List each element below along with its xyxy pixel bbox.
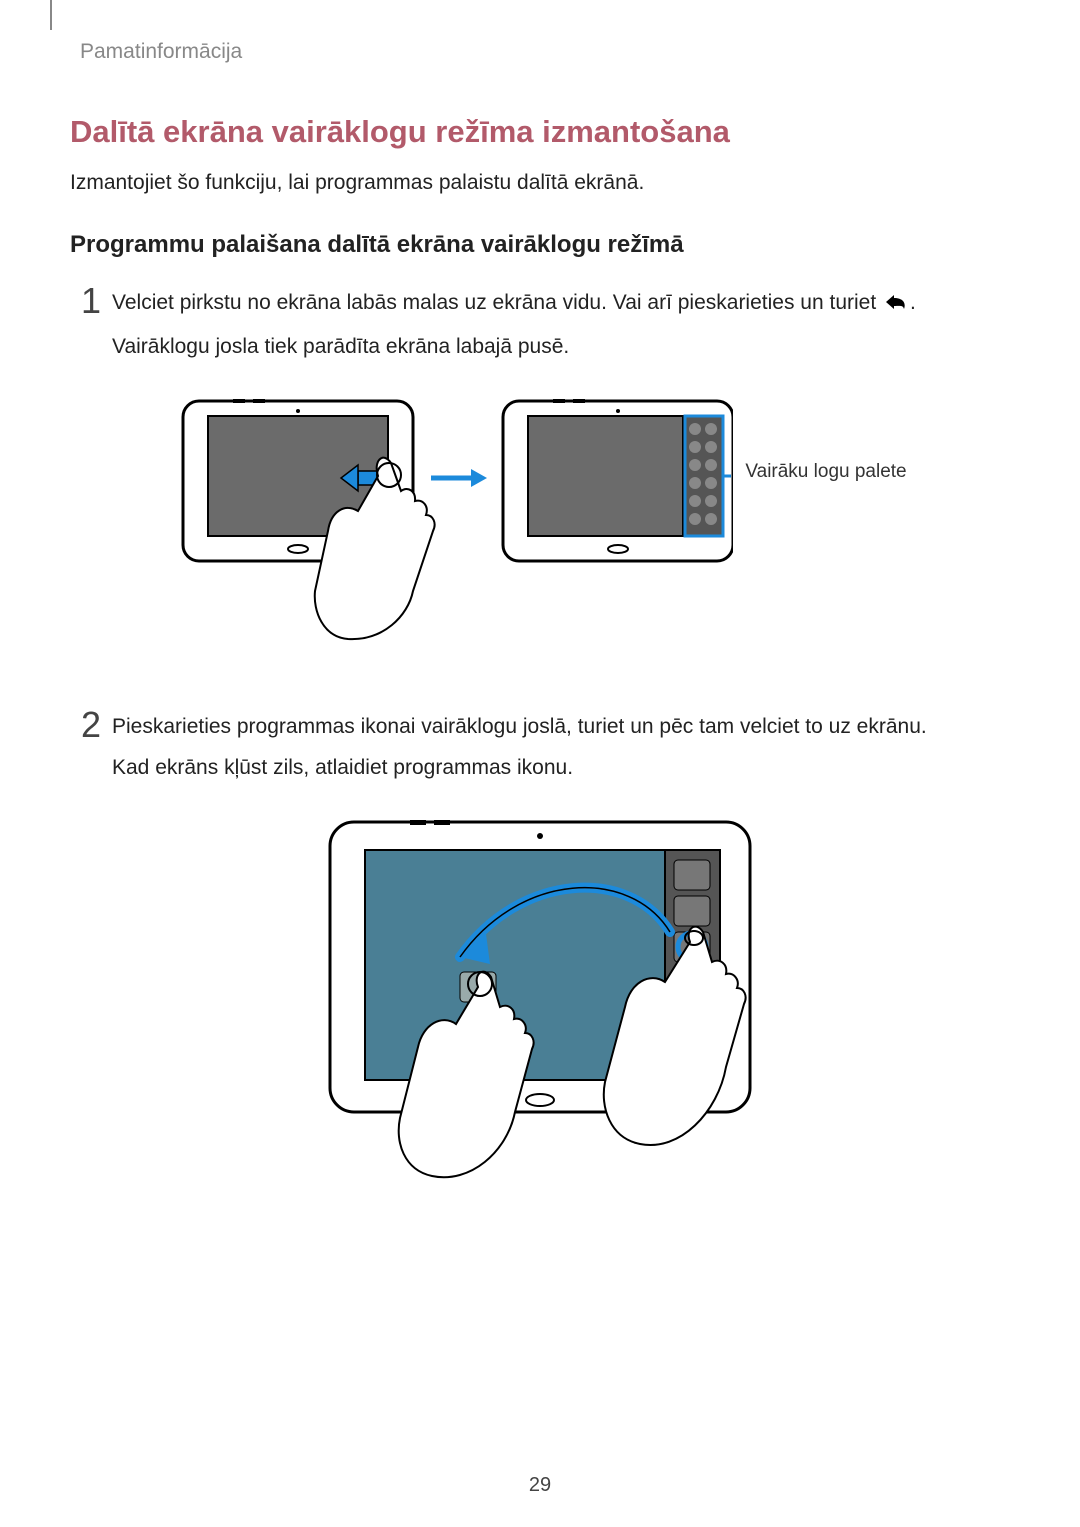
step-2: 2 Pieskarieties programmas ikonai vairāk…	[70, 711, 1010, 792]
step-number: 1	[70, 283, 112, 319]
figure-1-illustration	[173, 391, 733, 671]
page-number: 29	[0, 1474, 1080, 1497]
figure-2-illustration	[310, 812, 770, 1192]
callout-label: Vairāku logu palete	[745, 391, 906, 483]
step-2-line2: Kad ekrāns kļūst zils, atlaidiet program…	[112, 752, 1010, 785]
step-1-line2: Vairāklogu josla tiek parādīta ekrāna la…	[112, 331, 1010, 364]
step-2-line1: Pieskarieties programmas ikonai vairāklo…	[112, 711, 1010, 744]
intro-text: Izmantojiet šo funkciju, lai programmas …	[70, 171, 1010, 195]
figure-1: Vairāku logu palete	[70, 391, 1010, 671]
step-number: 2	[70, 707, 112, 743]
page-edge-tick	[50, 0, 52, 30]
subsection-title: Programmu palaišana dalītā ekrāna vairāk…	[70, 231, 1010, 259]
back-icon	[882, 290, 910, 323]
figure-2	[70, 812, 1010, 1192]
step-1-text-b: .	[910, 291, 916, 314]
section-header: Pamatinformācija	[80, 40, 1010, 64]
step-1-text-a: Velciet pirkstu no ekrāna labās malas uz…	[112, 291, 882, 314]
step-1: 1 Velciet pirkstu no ekrāna labās malas …	[70, 287, 1010, 371]
page-title: Dalītā ekrāna vairāklogu režīma izmantoš…	[70, 114, 1010, 150]
